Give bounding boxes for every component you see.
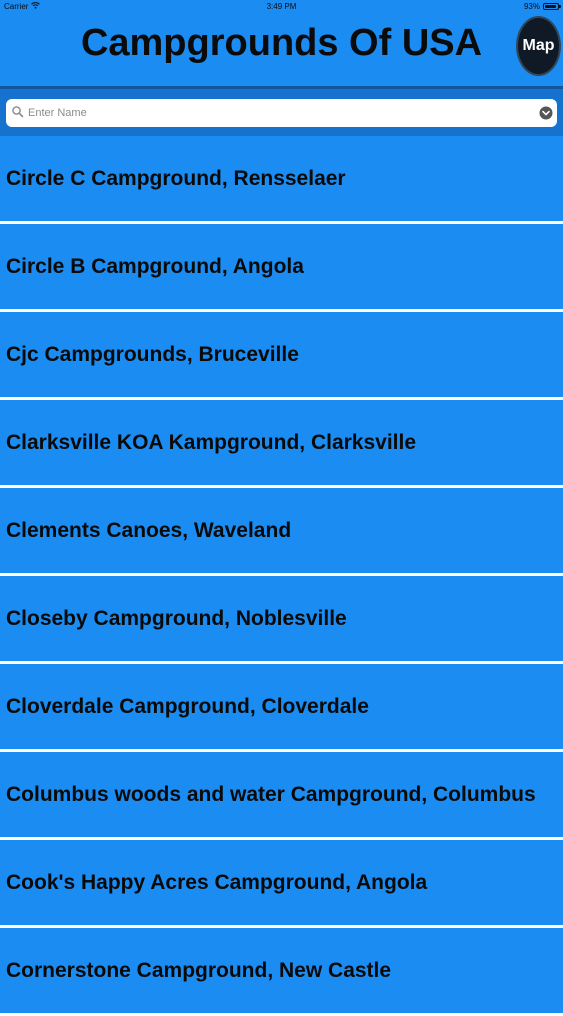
- list-item[interactable]: Cook's Happy Acres Campground, Angola: [0, 840, 563, 928]
- page-title: Campgrounds Of USA: [80, 22, 483, 64]
- list-item-label: Clarksville KOA Kampground, Clarksville: [6, 430, 417, 454]
- status-time: 3:49 PM: [266, 2, 297, 11]
- list-item[interactable]: Cornerstone Campground, New Castle: [0, 928, 563, 1016]
- battery-icon: [543, 3, 561, 10]
- list-item-label: Columbus woods and water Campground, Col…: [6, 782, 536, 806]
- list-item-label: Closeby Campground, Noblesville: [6, 606, 347, 630]
- list-item-label: Circle B Campground, Angola: [6, 254, 304, 278]
- search-field[interactable]: [6, 99, 557, 127]
- list-item[interactable]: Circle B Campground, Angola: [0, 224, 563, 312]
- search-input[interactable]: [26, 99, 533, 127]
- battery-level: [545, 5, 557, 8]
- header: Campgrounds Of USA Map: [0, 14, 563, 86]
- list-item[interactable]: Clements Canoes, Waveland: [0, 488, 563, 576]
- list-item[interactable]: Closeby Campground, Noblesville: [0, 576, 563, 664]
- list-item[interactable]: Columbus woods and water Campground, Col…: [0, 752, 563, 840]
- list-item[interactable]: Cloverdale Campground, Cloverdale: [0, 664, 563, 752]
- map-button[interactable]: Map: [516, 16, 561, 76]
- list-item-label: Cornerstone Campground, New Castle: [6, 958, 392, 982]
- campground-list: Circle C Campground, Rensselaer Circle B…: [0, 136, 563, 1016]
- list-item-label: Cjc Campgrounds, Bruceville: [6, 342, 299, 366]
- search-icon: [11, 105, 25, 119]
- list-item[interactable]: Cjc Campgrounds, Bruceville: [0, 312, 563, 400]
- list-item-label: Clements Canoes, Waveland: [6, 518, 292, 542]
- search-bar: [0, 86, 563, 136]
- list-item-label: Circle C Campground, Rensselaer: [6, 166, 346, 190]
- battery-percent: 93%: [523, 2, 540, 11]
- chevron-down-circle-icon[interactable]: [539, 106, 553, 120]
- list-item-label: Cloverdale Campground, Cloverdale: [6, 694, 369, 718]
- status-bar: Carrier 3:49 PM 93%: [0, 0, 563, 14]
- list-item[interactable]: Clarksville KOA Kampground, Clarksville: [0, 400, 563, 488]
- list-item[interactable]: Circle C Campground, Rensselaer: [0, 136, 563, 224]
- status-right: 93%: [523, 2, 561, 11]
- list-item-label: Cook's Happy Acres Campground, Angola: [6, 870, 428, 894]
